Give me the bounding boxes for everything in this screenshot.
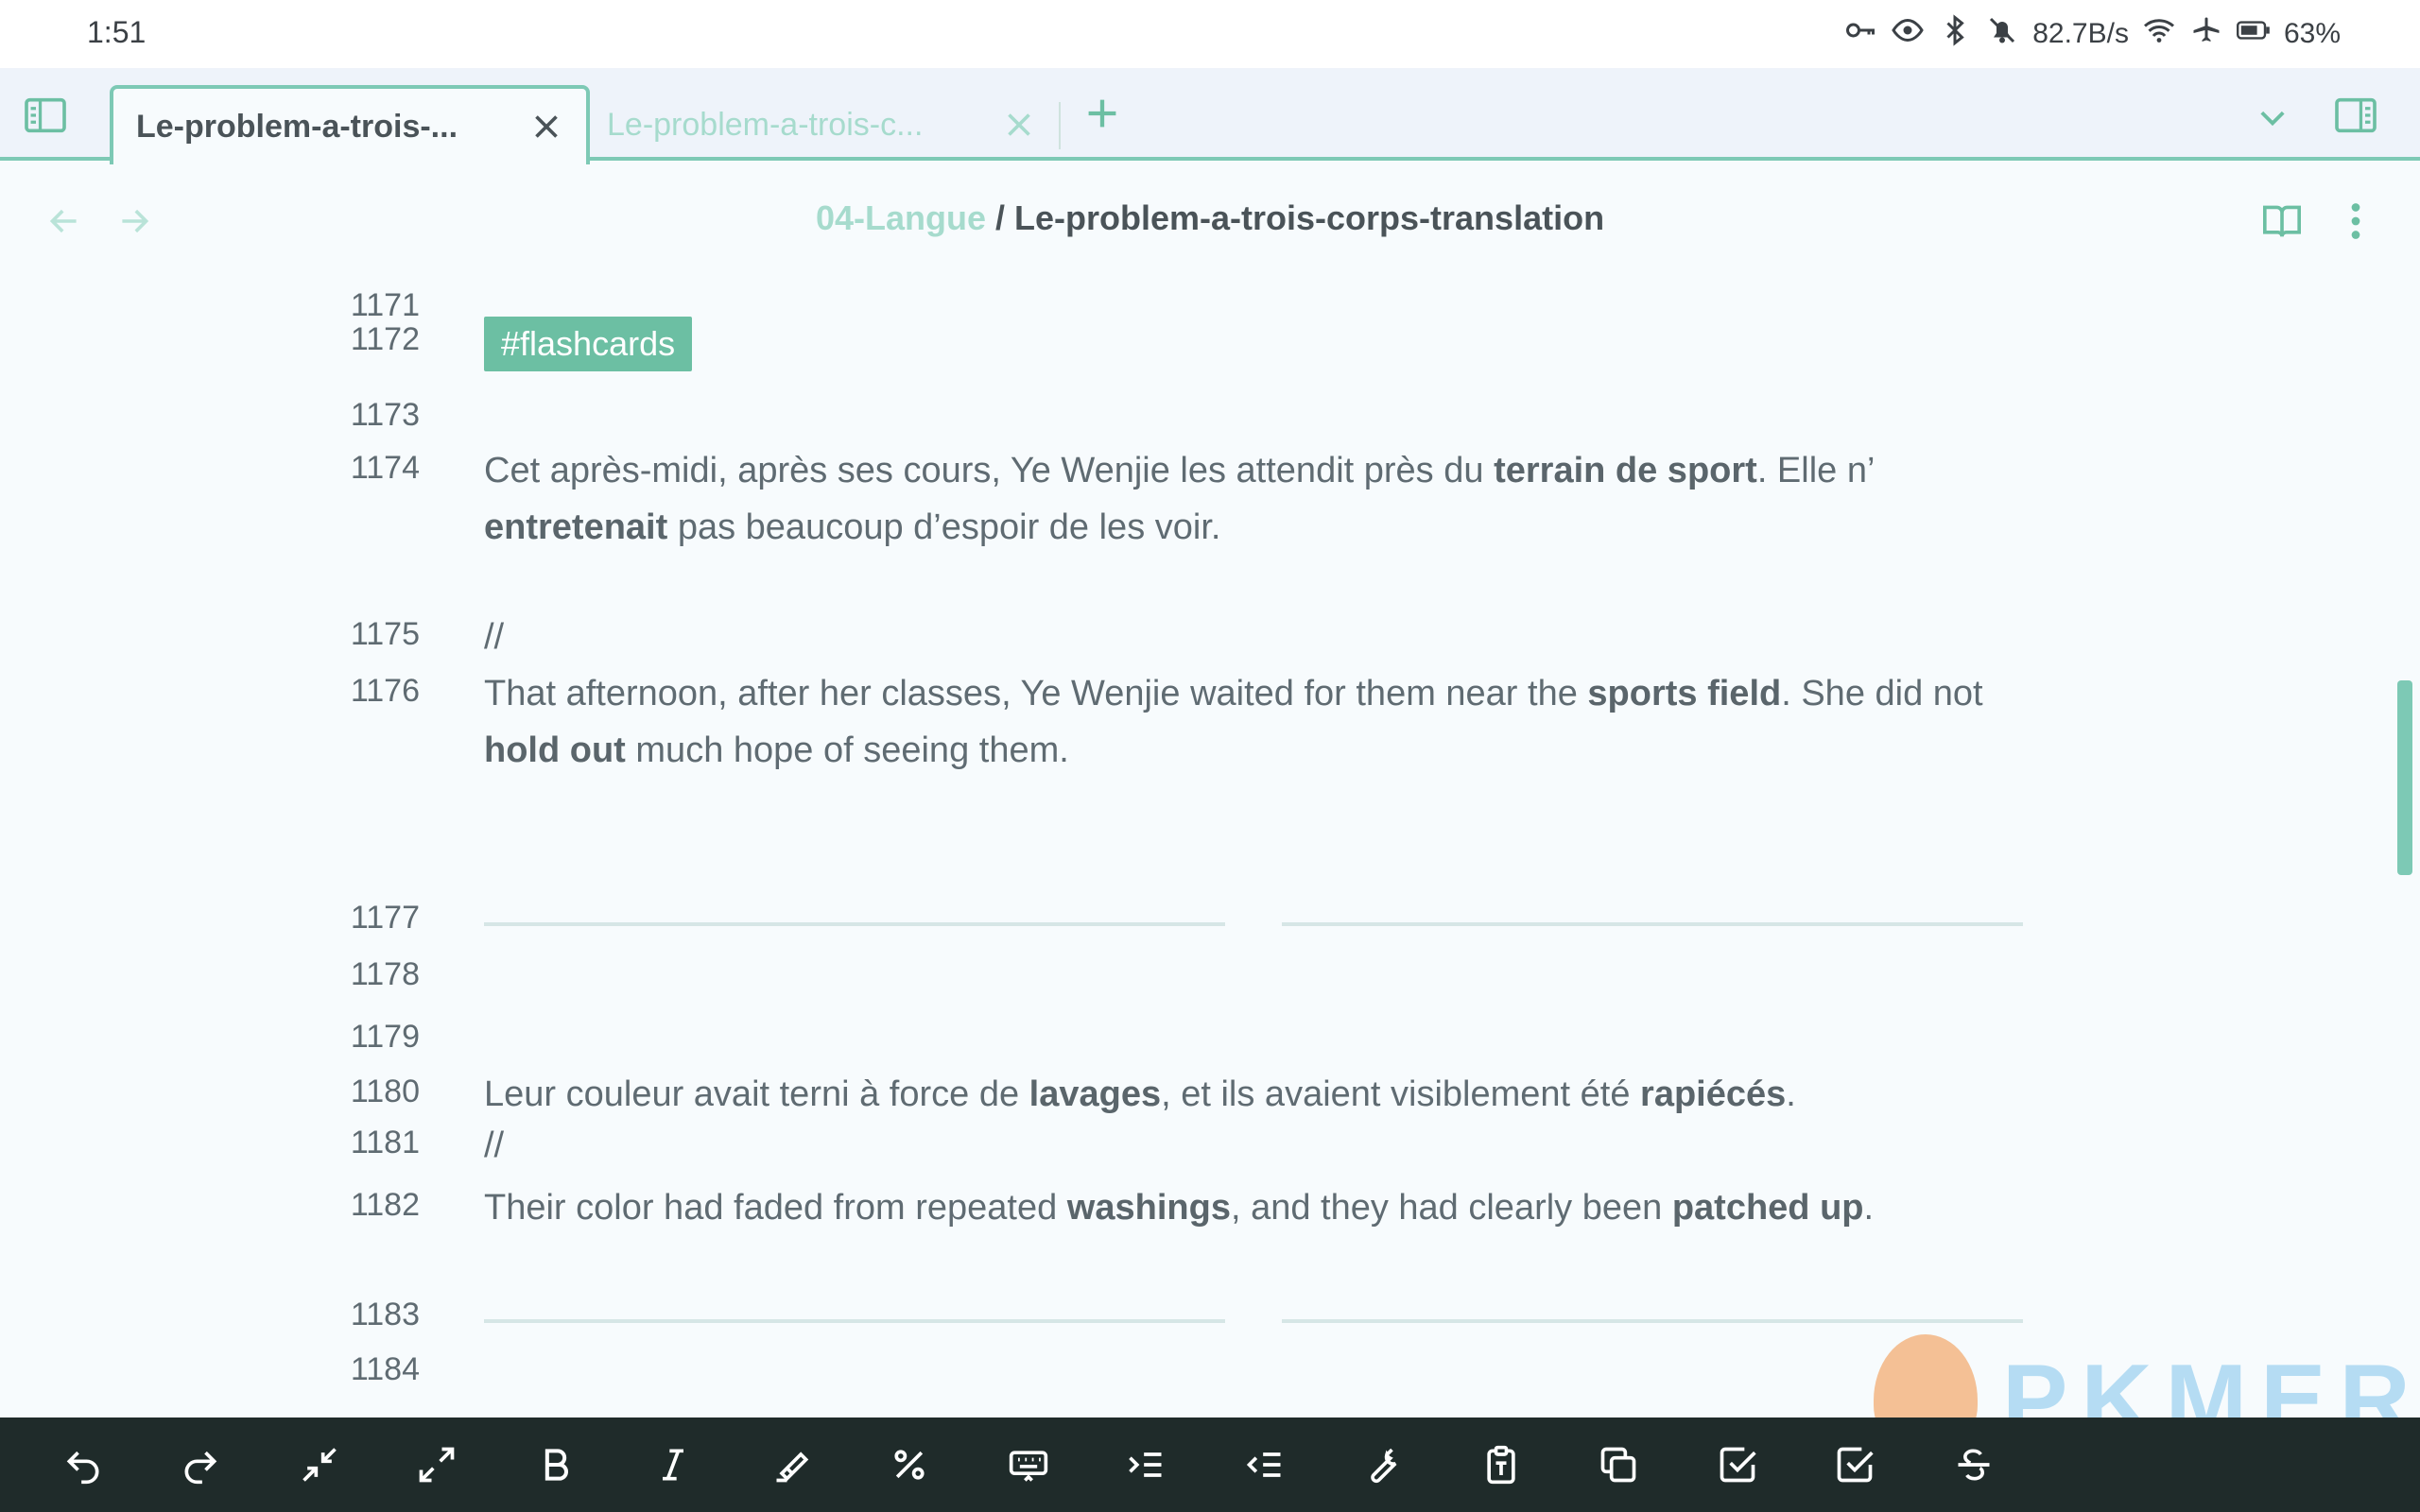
bold-text: rapiécés — [1640, 1074, 1787, 1114]
line-number: 1173 — [350, 397, 420, 433]
bold-text: entretenait — [484, 507, 668, 547]
text-run: much hope of seeing them. — [625, 730, 1069, 770]
status-icons: 82.7B/s 63% — [1843, 13, 2341, 55]
indent-icon[interactable] — [1123, 1442, 1168, 1487]
bold-text: sports field — [1587, 674, 1782, 713]
highlight-icon[interactable] — [769, 1442, 815, 1487]
text-run: Cet après-midi, après ses cours, Ye Wenj… — [484, 451, 1495, 490]
horizontal-rule — [484, 1319, 1225, 1323]
text-run: , et ils avaient visiblement été — [1161, 1074, 1641, 1114]
bold-text: terrain de sport — [1494, 451, 1757, 490]
text-run: pas beaucoup d’espoir de les voir. — [667, 507, 1221, 547]
tab-bar: Le-problem-a-trois-... Le-problem-a-troi… — [0, 68, 2420, 164]
keyboard-icon[interactable] — [1006, 1442, 1051, 1487]
reading-view-book-icon[interactable] — [2257, 197, 2307, 246]
breadcrumb-separator: / — [994, 198, 1005, 237]
bold-text: lavages — [1028, 1074, 1162, 1114]
more-options-icon[interactable] — [2331, 197, 2380, 246]
chevron-down-icon[interactable] — [2250, 94, 2295, 140]
line-text[interactable]: Their color had faded from repeated wash… — [484, 1179, 2034, 1236]
status-bar: 1:51 82.7B/s 63% — [0, 0, 2420, 68]
line-number: 1180 — [350, 1074, 420, 1109]
text-run: . — [1786, 1074, 1796, 1114]
breadcrumb: 04-Langue / Le-problem-a-trois-corps-trans… — [0, 198, 2420, 238]
text-run: . — [1863, 1188, 1875, 1228]
new-tab-plus-icon[interactable] — [1080, 91, 1125, 136]
bell-off-icon — [1985, 13, 2019, 55]
redo-icon[interactable] — [178, 1442, 223, 1487]
expand-icon[interactable] — [414, 1442, 459, 1487]
airplane-icon — [2189, 13, 2223, 55]
outdent-icon[interactable] — [1242, 1442, 1288, 1487]
battery-icon — [2236, 13, 2271, 55]
text-run: That afternoon, after her classes, Ye We… — [484, 674, 1588, 713]
eye-icon — [1891, 13, 1925, 55]
strikethrough-icon[interactable] — [1951, 1442, 1996, 1487]
nav-bar: 04-Langue / Le-problem-a-trois-corps-trans… — [0, 161, 2420, 280]
undo-icon[interactable] — [60, 1442, 106, 1487]
close-icon[interactable] — [1000, 106, 1038, 144]
wifi-icon — [2142, 13, 2176, 55]
line-text[interactable]: // — [484, 1117, 2034, 1174]
tab-separator — [1059, 102, 1061, 149]
text-run: // — [484, 1125, 505, 1165]
line-number: 1179 — [350, 1019, 420, 1055]
text-run: , and they had clearly been — [1230, 1188, 1672, 1228]
vpn-key-icon — [1843, 13, 1877, 55]
line-number: 1171 — [350, 287, 420, 323]
line-number: 1183 — [350, 1297, 420, 1332]
line-number: 1184 — [350, 1351, 420, 1387]
line-number: 1176 — [350, 673, 420, 709]
scrollbar-thumb[interactable] — [2397, 680, 2412, 875]
editor[interactable]: 1171 1172 #flashcards 1173 1174 Cet après-mid… — [0, 280, 2420, 1418]
breadcrumb-folder[interactable]: 04-Langue — [816, 198, 986, 237]
horizontal-rule — [484, 922, 1225, 926]
line-text[interactable]: That afternoon, after her classes, Ye We… — [484, 665, 2034, 779]
checkbox-alt-icon[interactable] — [1832, 1442, 1877, 1487]
hashtag-flashcards[interactable]: #flashcards — [484, 317, 693, 371]
percent-icon[interactable] — [887, 1442, 932, 1487]
breadcrumb-file[interactable]: Le-problem-a-trois-corps-translation — [1014, 198, 1604, 237]
checkbox-icon[interactable] — [1715, 1442, 1760, 1487]
mobile-toolbar — [0, 1418, 2420, 1512]
right-sidebar-toggle-icon[interactable] — [2333, 93, 2378, 138]
line-number: 1182 — [350, 1187, 420, 1223]
tab-inactive[interactable]: Le-problem-a-trois-c... — [605, 85, 1059, 164]
line-number: 1177 — [350, 900, 420, 936]
bold-text: hold out — [484, 730, 626, 770]
line-number: 1172 — [350, 321, 420, 357]
line-text[interactable]: // — [484, 609, 2034, 665]
text-run: // — [484, 617, 505, 657]
text-run: Leur couleur avait terni à force de — [484, 1074, 1029, 1114]
line-number: 1174 — [350, 450, 420, 486]
wrench-icon[interactable] — [1359, 1442, 1405, 1487]
close-icon[interactable] — [527, 108, 565, 146]
line-text[interactable]: Cet après-midi, après ses cours, Ye Wenj… — [484, 442, 2034, 556]
tab-label: Le-problem-a-trois-c... — [607, 106, 924, 143]
line-number: 1178 — [350, 956, 420, 992]
net-speed: 82.7B/s — [2032, 18, 2129, 49]
copy-icon[interactable] — [1596, 1442, 1641, 1487]
status-time: 1:51 — [87, 15, 147, 49]
line-text[interactable]: Leur couleur avait terni à force de lava… — [484, 1066, 2034, 1123]
bold-text: washings — [1066, 1188, 1231, 1228]
collapse-icon[interactable] — [297, 1442, 342, 1487]
bold-icon[interactable] — [533, 1442, 579, 1487]
horizontal-rule — [1282, 922, 2023, 926]
line-number: 1175 — [350, 616, 420, 652]
tab-active[interactable]: Le-problem-a-trois-... — [110, 85, 590, 164]
italic-icon[interactable] — [650, 1442, 696, 1487]
clipboard-icon[interactable] — [1478, 1442, 1524, 1487]
left-sidebar-toggle-icon[interactable] — [23, 93, 68, 138]
battery-level: 63% — [2283, 18, 2341, 49]
bold-text: patched up — [1671, 1188, 1864, 1228]
line-number: 1181 — [350, 1125, 420, 1160]
tab-label: Le-problem-a-trois-... — [136, 108, 458, 145]
bluetooth-icon — [1938, 13, 1972, 55]
text-run: . Elle n’ — [1756, 451, 1875, 490]
text-run: Their color had faded from repeated — [484, 1188, 1067, 1228]
text-run: . She did not — [1781, 674, 1983, 713]
